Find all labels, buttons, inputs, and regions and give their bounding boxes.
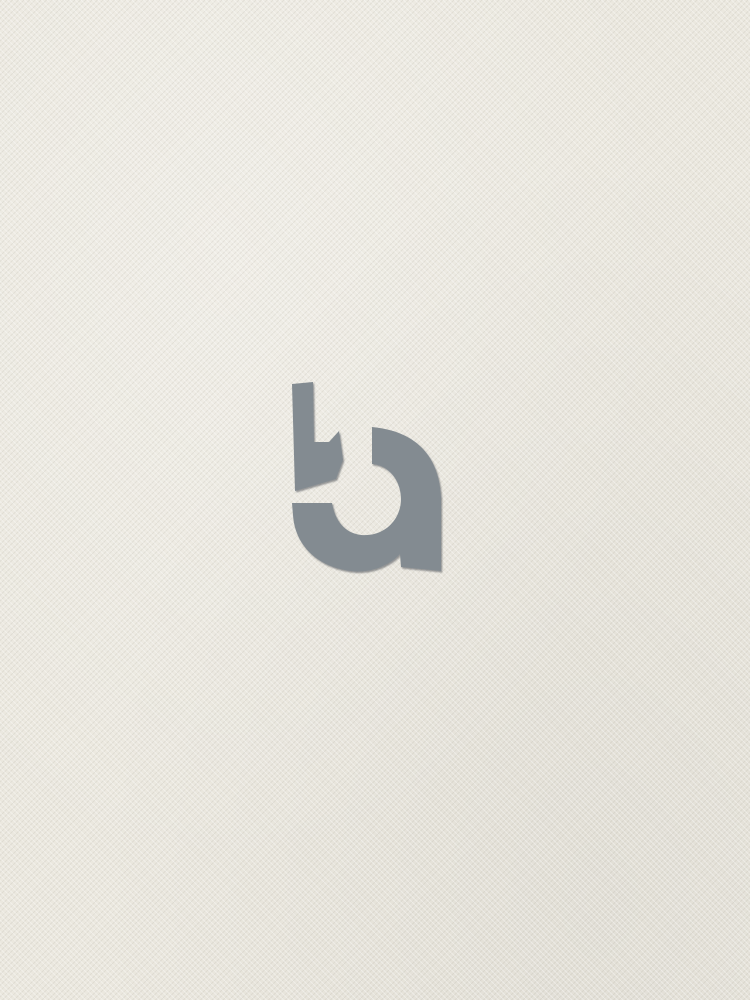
fabric-background xyxy=(0,0,750,1000)
ba-monogram-logo-icon xyxy=(289,381,445,577)
logo-stem xyxy=(292,382,343,491)
